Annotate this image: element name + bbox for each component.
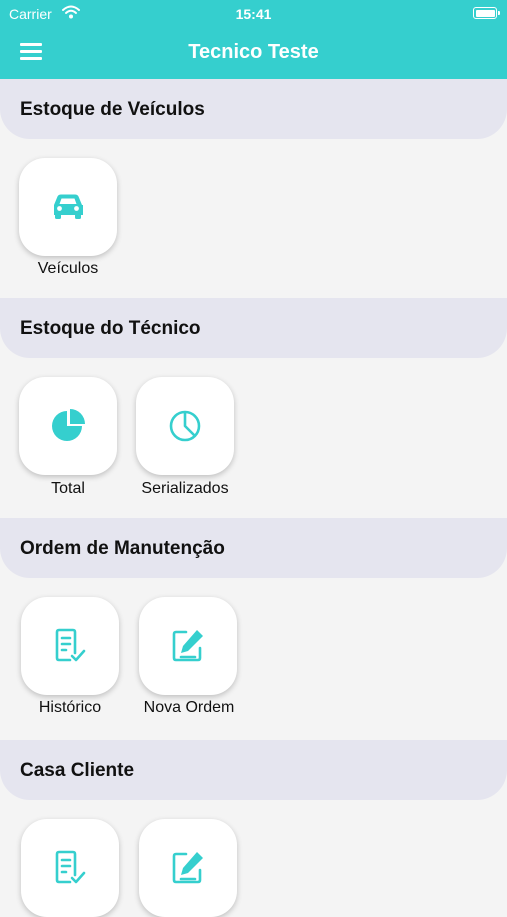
section-title: Casa Cliente bbox=[20, 760, 135, 781]
veiculos-button[interactable] bbox=[19, 158, 117, 256]
section-header-ordem-manutencao: Ordem de Manutenção bbox=[0, 518, 507, 578]
veiculos-label: Veículos bbox=[37, 260, 99, 277]
checklist-document-icon bbox=[55, 850, 86, 884]
checklist-document-icon bbox=[55, 628, 86, 662]
section-title: Ordem de Manutenção bbox=[20, 538, 225, 559]
car-icon bbox=[54, 194, 83, 219]
casa-cliente-nova-ordem-button[interactable] bbox=[139, 819, 237, 917]
page-title: Tecnico Teste bbox=[188, 41, 319, 63]
pie-chart-filled-icon bbox=[52, 409, 85, 441]
serializados-button[interactable] bbox=[136, 377, 234, 475]
casa-cliente-historico-button[interactable] bbox=[21, 819, 119, 917]
total-label: Total bbox=[51, 480, 85, 497]
status-time: 15:41 bbox=[235, 6, 272, 22]
section-title: Estoque do Técnico bbox=[20, 318, 201, 339]
pie-chart-outline-icon bbox=[169, 410, 201, 442]
edit-document-icon bbox=[172, 630, 203, 662]
section-header-estoque-veiculos: Estoque de Veículos bbox=[0, 79, 507, 139]
edit-document-icon bbox=[172, 852, 203, 884]
serializados-label: Serializados bbox=[141, 480, 229, 497]
nova-ordem-label: Nova Ordem bbox=[143, 699, 235, 716]
section-header-casa-cliente: Casa Cliente bbox=[0, 740, 507, 800]
section-header-estoque-tecnico: Estoque do Técnico bbox=[0, 298, 507, 358]
section-title: Estoque de Veículos bbox=[20, 99, 205, 120]
nova-ordem-button[interactable] bbox=[139, 597, 237, 695]
total-button[interactable] bbox=[19, 377, 117, 475]
historico-button[interactable] bbox=[21, 597, 119, 695]
status-bar: Carrier 15:41 bbox=[0, 0, 507, 28]
battery-icon bbox=[473, 7, 500, 19]
nav-bar: Tecnico Teste bbox=[0, 28, 507, 80]
historico-label: Histórico bbox=[38, 699, 102, 716]
